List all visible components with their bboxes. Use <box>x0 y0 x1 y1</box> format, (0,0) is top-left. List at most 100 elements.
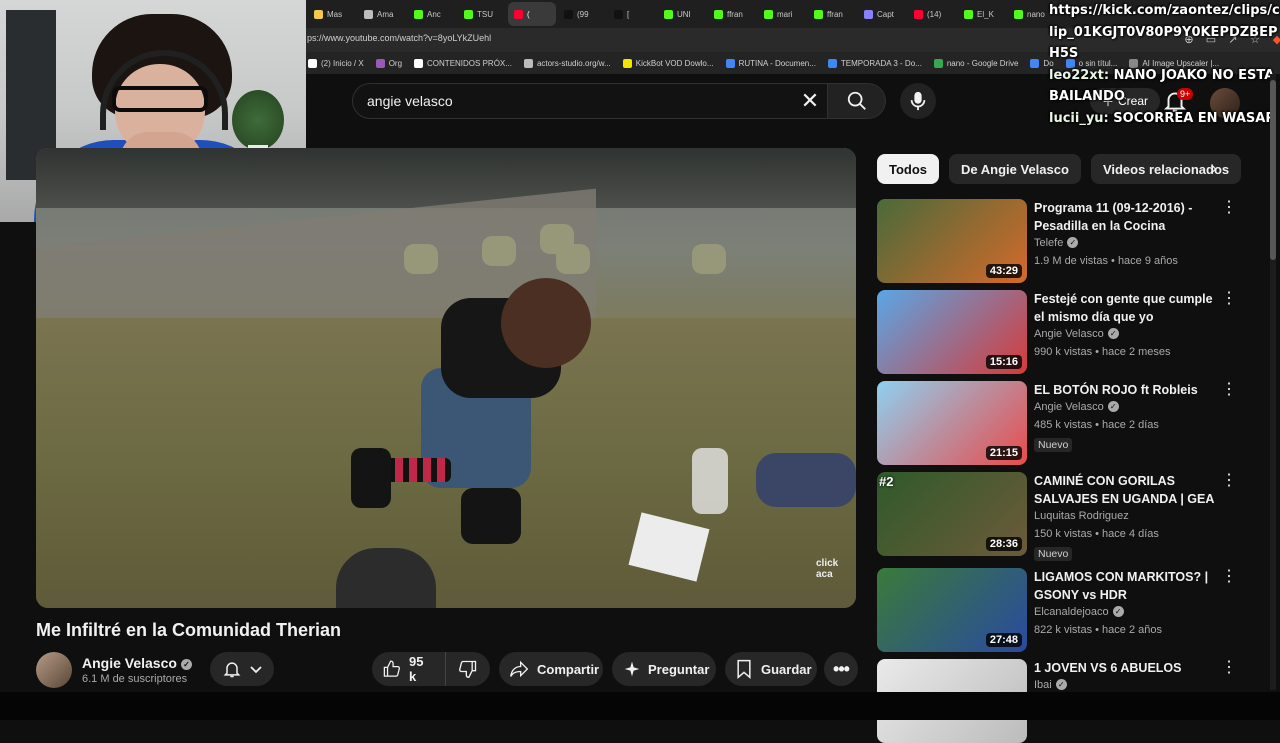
browser-tab[interactable]: ffran <box>808 2 856 26</box>
video-thumbnail[interactable]: 27:48 <box>877 568 1027 652</box>
browser-tab[interactable]: UNI <box>658 2 706 26</box>
channel-avatar[interactable] <box>36 652 72 688</box>
browser-tab[interactable]: Mas <box>308 2 356 26</box>
browser-tab[interactable]: TSU <box>458 2 506 26</box>
bookmark-item[interactable]: Org <box>375 58 402 68</box>
chat-username: leo22xt: <box>1049 67 1110 83</box>
recommended-video-title[interactable]: 1 JOVEN VS 6 ABUELOS <box>1034 659 1222 677</box>
browser-tab[interactable]: mari <box>758 2 806 26</box>
more-vertical-icon[interactable]: ⋮ <box>1221 660 1237 681</box>
bookmark-item[interactable]: actors-studio.org/w... <box>523 58 611 68</box>
browser-tab[interactable]: Ama <box>358 2 406 26</box>
save-button[interactable]: Guardar <box>725 652 817 686</box>
tab-favicon-icon <box>1014 9 1023 19</box>
channel-name-text[interactable]: Elcanaldejoaco <box>1034 606 1109 618</box>
bookmark-favicon-icon <box>725 58 735 68</box>
channel-name-text[interactable]: Luquitas Rodriguez <box>1034 510 1129 522</box>
recommended-video[interactable]: 43:29 Programa 11 (09-12-2016) - Pesadill… <box>877 199 1267 283</box>
verified-icon: ✓ <box>180 659 192 670</box>
more-vertical-icon[interactable]: ⋮ <box>1221 200 1237 221</box>
more-vertical-icon[interactable]: ⋮ <box>1221 291 1237 312</box>
browser-tab[interactable]: Capt <box>858 2 906 26</box>
recommended-video-channel[interactable]: Ibai ✓ <box>1034 679 1067 691</box>
video-thumbnail[interactable]: 15:16 <box>877 290 1027 374</box>
bookmark-item[interactable]: CONTENIDOS PRÓX... <box>414 58 512 68</box>
recommended-video-title[interactable]: CAMINÉ CON GORILAS SALVAJES EN UGANDA | … <box>1034 472 1222 508</box>
channel-name-text[interactable]: Ibai <box>1034 679 1052 691</box>
bookmark-label: (2) Inicio / X <box>321 58 364 68</box>
video-thumbnail[interactable]: #2 28:36 <box>877 472 1027 556</box>
video-scene-stool <box>556 244 590 274</box>
channel-name-text[interactable]: Angie Velasco <box>82 655 177 671</box>
url-text[interactable]: ps://www.youtube.com/watch?v=8yoLYkZUehl <box>307 33 491 43</box>
filter-chip[interactable]: Todos <box>877 154 940 184</box>
browser-tab[interactable]: Anc <box>408 2 456 26</box>
channel-name[interactable]: Angie Velasco ✓ <box>82 655 192 671</box>
search-input[interactable]: angie velasco <box>367 93 453 109</box>
browser-tab[interactable]: El_K <box>958 2 1006 26</box>
recommended-video-title[interactable]: EL BOTÓN ROJO ft Robleis <box>1034 381 1222 399</box>
voice-search-button[interactable] <box>900 83 936 119</box>
more-vertical-icon[interactable]: ⋮ <box>1221 382 1237 403</box>
bookmark-item[interactable]: TEMPORADA 3 - Do... <box>827 58 922 68</box>
ask-button[interactable]: Preguntar <box>612 652 716 686</box>
video-scene-person <box>351 278 591 578</box>
recommended-video[interactable]: #2 28:36 CAMINÉ CON GORILAS SALVAJES EN UG… <box>877 472 1267 561</box>
subscription-notifications-button[interactable] <box>210 652 274 686</box>
webcam-plant <box>232 90 284 150</box>
video-scene-bag <box>336 548 436 608</box>
recommended-video[interactable]: 27:48 LIGAMOS CON MARKITOS? | GSONY vs HD… <box>877 568 1267 652</box>
tab-favicon-icon <box>464 9 473 19</box>
browser-tab[interactable]: [ <box>608 2 656 26</box>
chat-text: https://kick.com/zaontez/clips/clip_01KG… <box>1049 3 1280 61</box>
chevron-right-icon[interactable]: › <box>1203 158 1225 180</box>
video-watermark: click aca <box>816 558 839 580</box>
search-box[interactable]: angie velasco ✕ <box>352 83 828 119</box>
dislike-button[interactable] <box>446 659 490 679</box>
recommended-video-channel[interactable]: Angie Velasco ✓ <box>1034 328 1119 340</box>
recommended-video-title[interactable]: Programa 11 (09-12-2016) - Pesadilla en … <box>1034 199 1222 235</box>
recommended-video-title[interactable]: LIGAMOS CON MARKITOS? | GSONY vs HDR <box>1034 568 1222 604</box>
video-player[interactable]: click aca <box>36 148 856 608</box>
channel-name-text[interactable]: Angie Velasco <box>1034 328 1104 340</box>
recommended-video[interactable]: 21:15 EL BOTÓN ROJO ft Robleis Angie Velas… <box>877 381 1267 465</box>
browser-tab[interactable]: (99 <box>558 2 606 26</box>
share-button[interactable]: Compartir <box>499 652 603 686</box>
recommended-video-channel[interactable]: Luquitas Rodriguez <box>1034 510 1129 522</box>
recommended-video-channel[interactable]: Elcanaldejoaco ✓ <box>1034 606 1124 618</box>
page-scrollbar[interactable] <box>1270 74 1276 690</box>
scrollbar-thumb[interactable] <box>1270 80 1276 260</box>
search-button[interactable] <box>828 83 886 119</box>
video-scene-backpack <box>756 453 856 507</box>
bookmark-item[interactable]: RUTINA - Documen... <box>725 58 816 68</box>
tab-favicon-icon <box>714 9 723 19</box>
bookmark-favicon-icon <box>375 58 385 68</box>
bookmark-label: KickBot VOD Dowlo... <box>635 58 714 68</box>
like-button[interactable]: 95 k <box>372 652 446 686</box>
filter-chip[interactable]: De Angie Velasco <box>949 154 1081 184</box>
clear-search-icon[interactable]: ✕ <box>797 89 823 115</box>
more-vertical-icon[interactable]: ⋮ <box>1221 569 1237 590</box>
browser-tab[interactable]: (14) <box>908 2 956 26</box>
recommended-video[interactable]: 15:16 Festejé con gente que cumple el mis… <box>877 290 1267 374</box>
bookmark-item[interactable]: KickBot VOD Dowlo... <box>622 58 714 68</box>
recommended-video-meta: 150 k vistas • hace 4 días <box>1034 528 1159 540</box>
more-actions-button[interactable]: ••• <box>824 652 858 686</box>
bookmark-item[interactable]: (2) Inicio / X <box>308 58 364 68</box>
video-thumbnail[interactable]: 21:15 <box>877 381 1027 465</box>
channel-name-text[interactable]: Angie Velasco <box>1034 401 1104 413</box>
more-vertical-icon[interactable]: ⋮ <box>1221 473 1237 494</box>
person-hair <box>501 278 591 368</box>
bookmark-item[interactable]: nano - Google Drive <box>933 58 1018 68</box>
tab-label: TSU <box>477 9 493 19</box>
tab-label: mari <box>777 9 793 19</box>
recommended-video-title[interactable]: Festejé con gente que cumple el mismo dí… <box>1034 290 1222 326</box>
recommended-video-channel[interactable]: Telefe ✓ <box>1034 237 1079 249</box>
channel-name-text[interactable]: Telefe <box>1034 237 1063 249</box>
recommended-video-channel[interactable]: Angie Velasco ✓ <box>1034 401 1119 413</box>
browser-tab[interactable]: ( <box>508 2 556 26</box>
video-thumbnail[interactable]: 43:29 <box>877 199 1027 283</box>
tab-favicon-icon <box>914 9 923 19</box>
video-duration: 43:29 <box>985 264 1022 278</box>
browser-tab[interactable]: ffran <box>708 2 756 26</box>
